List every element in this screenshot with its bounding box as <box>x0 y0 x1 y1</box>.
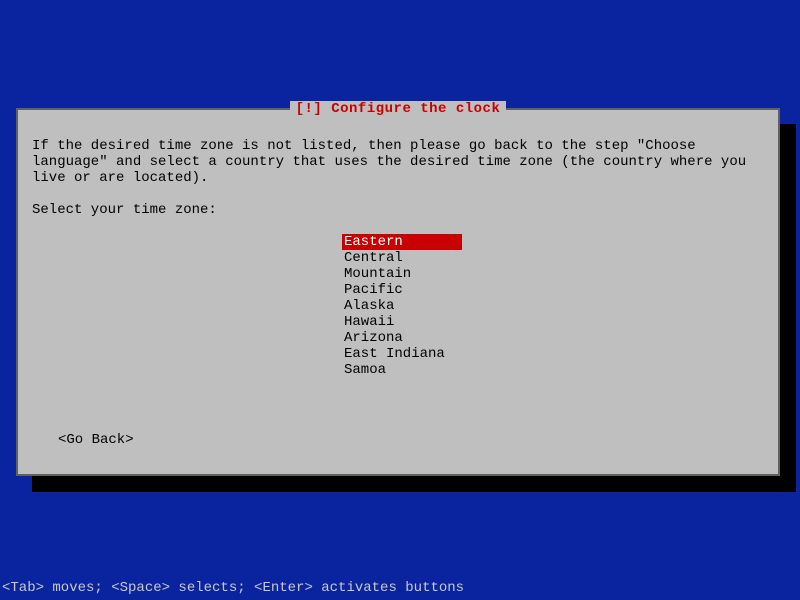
dialog-prompt: Select your time zone: <box>32 202 764 218</box>
dialog-title: [!] Configure the clock <box>290 101 507 117</box>
go-back-button[interactable]: <Go Back> <box>58 432 134 448</box>
timezone-option-eastern[interactable]: Eastern <box>342 234 462 250</box>
keyboard-hint: <Tab> moves; <Space> selects; <Enter> ac… <box>0 580 464 596</box>
timezone-option-samoa[interactable]: Samoa <box>342 362 462 378</box>
dialog-title-wrap: [!] Configure the clock <box>18 101 778 117</box>
timezone-option-pacific[interactable]: Pacific <box>342 282 462 298</box>
timezone-list[interactable]: Eastern Central Mountain Pacific Alaska … <box>342 234 462 378</box>
timezone-option-hawaii[interactable]: Hawaii <box>342 314 462 330</box>
timezone-option-mountain[interactable]: Mountain <box>342 266 462 282</box>
timezone-option-central[interactable]: Central <box>342 250 462 266</box>
timezone-option-alaska[interactable]: Alaska <box>342 298 462 314</box>
timezone-option-east-indiana[interactable]: East Indiana <box>342 346 462 362</box>
dialog-description: If the desired time zone is not listed, … <box>32 138 764 186</box>
configure-clock-dialog: [!] Configure the clock If the desired t… <box>16 108 780 476</box>
timezone-option-arizona[interactable]: Arizona <box>342 330 462 346</box>
